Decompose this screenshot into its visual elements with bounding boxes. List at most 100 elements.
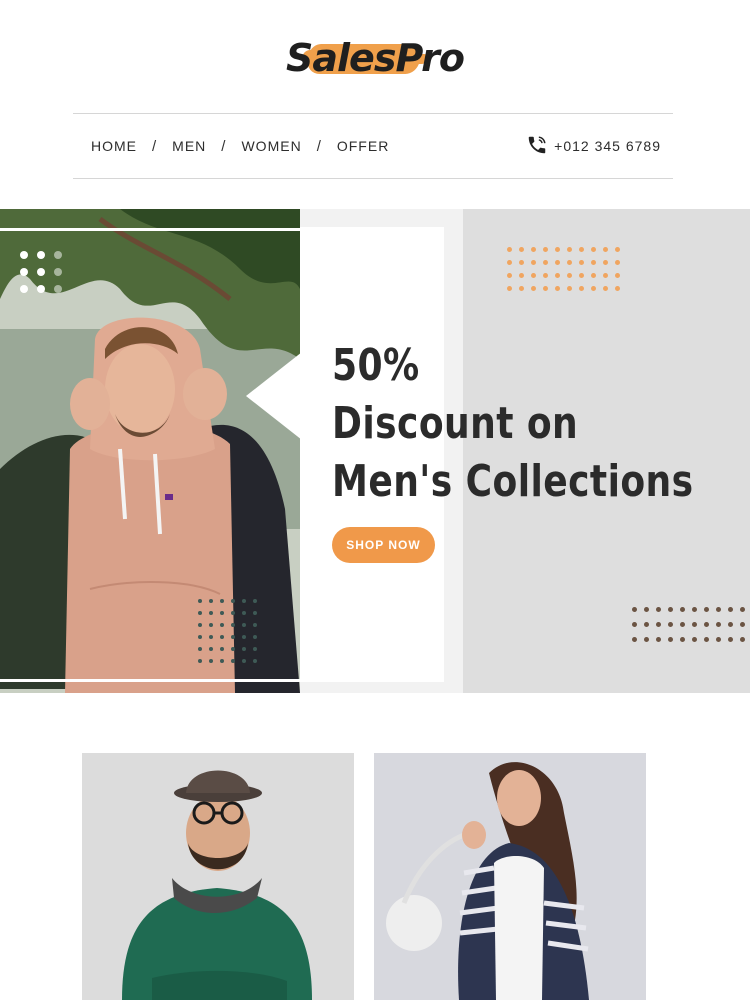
hero-headline-line1: 50% [332, 340, 420, 391]
decor-dot [579, 286, 584, 291]
shop-now-button[interactable]: SHOP NOW [332, 527, 435, 563]
decor-dot [567, 273, 572, 278]
decor-dot [253, 647, 257, 651]
decor-dot [716, 637, 721, 642]
decor-dot [209, 599, 213, 603]
decor-dot [728, 637, 733, 642]
nav-item-men[interactable]: MEN [172, 138, 206, 154]
decor-dot [656, 622, 661, 627]
decor-dot [253, 623, 257, 627]
product-card-men[interactable] [82, 753, 354, 1000]
header: SalesPro [0, 28, 750, 88]
decor-dot [603, 273, 608, 278]
decor-dot [253, 599, 257, 603]
decor-dot [507, 286, 512, 291]
decor-dots-orange [507, 247, 620, 291]
decor-dot [644, 607, 649, 612]
decor-dot [519, 247, 524, 252]
decor-dot [543, 247, 548, 252]
decor-dot [656, 607, 661, 612]
decor-dot [615, 247, 620, 252]
decor-dot [242, 659, 246, 663]
nav-item-offer[interactable]: OFFER [337, 138, 389, 154]
decor-dot [220, 659, 224, 663]
decor-dot [704, 622, 709, 627]
decor-dot [591, 260, 596, 265]
decor-dot [632, 622, 637, 627]
decor-dot [644, 637, 649, 642]
decor-dot [209, 647, 213, 651]
hero-frame-line [0, 679, 300, 682]
product-card-women[interactable] [374, 753, 646, 1000]
product-image-women [374, 753, 646, 1000]
decor-dot [668, 622, 673, 627]
decor-dot [543, 273, 548, 278]
decor-dot [668, 607, 673, 612]
decor-dot [242, 623, 246, 627]
decor-dots-brown [632, 607, 745, 642]
decor-dot [519, 260, 524, 265]
decor-dot [507, 273, 512, 278]
decor-dot [543, 286, 548, 291]
decor-dot [198, 611, 202, 615]
decor-dot [242, 635, 246, 639]
decor-dot [231, 611, 235, 615]
decor-dot [507, 260, 512, 265]
decor-dot [242, 647, 246, 651]
decor-dot [253, 611, 257, 615]
decor-dot [507, 247, 512, 252]
decor-dot [656, 637, 661, 642]
decor-dot [603, 260, 608, 265]
nav-item-women[interactable]: WOMEN [241, 138, 301, 154]
decor-dot [603, 247, 608, 252]
decor-dot [198, 659, 202, 663]
decor-dot [198, 623, 202, 627]
decor-dot [692, 622, 697, 627]
decor-dot [253, 635, 257, 639]
decor-dot [531, 286, 536, 291]
decor-dot [220, 599, 224, 603]
decor-dot [531, 260, 536, 265]
decor-dot [220, 623, 224, 627]
decor-dot [644, 622, 649, 627]
nav-separator: / [152, 137, 158, 155]
decor-dot [567, 286, 572, 291]
nav-item-home[interactable]: HOME [91, 138, 137, 154]
hero-headline-line2: Discount on [332, 398, 579, 449]
decor-dot [555, 273, 560, 278]
decor-dot [740, 637, 745, 642]
decor-dot [692, 637, 697, 642]
decor-dot [740, 607, 745, 612]
decor-dot [579, 260, 584, 265]
decor-dot [220, 647, 224, 651]
decor-dot [632, 607, 637, 612]
decor-dots-teal [198, 599, 257, 663]
decor-dot [680, 607, 685, 612]
decor-dot [716, 622, 721, 627]
decor-dot [704, 607, 709, 612]
decor-dot [253, 659, 257, 663]
phone-contact[interactable]: +012 345 6789 [526, 134, 661, 159]
decor-dot [567, 247, 572, 252]
nav-separator: / [221, 137, 227, 155]
decor-dot [519, 286, 524, 291]
decor-dot [242, 599, 246, 603]
hero-headline-line3: Men's Collections [332, 456, 694, 507]
main-nav: HOME / MEN / WOMEN / OFFER +012 345 6789 [73, 113, 673, 179]
brand-logo[interactable]: SalesPro [280, 32, 470, 84]
decor-dot [567, 260, 572, 265]
decor-dot [220, 611, 224, 615]
decor-dot [740, 622, 745, 627]
decor-dot [603, 286, 608, 291]
decor-dot [632, 637, 637, 642]
decor-dot [543, 260, 548, 265]
decor-dot [579, 273, 584, 278]
decor-dot [231, 599, 235, 603]
decor-dot [716, 607, 721, 612]
product-image-men [82, 753, 354, 1000]
decor-dot [231, 647, 235, 651]
decor-dot [728, 622, 733, 627]
decor-dot [198, 635, 202, 639]
decor-dot [668, 637, 673, 642]
decor-dot [615, 260, 620, 265]
